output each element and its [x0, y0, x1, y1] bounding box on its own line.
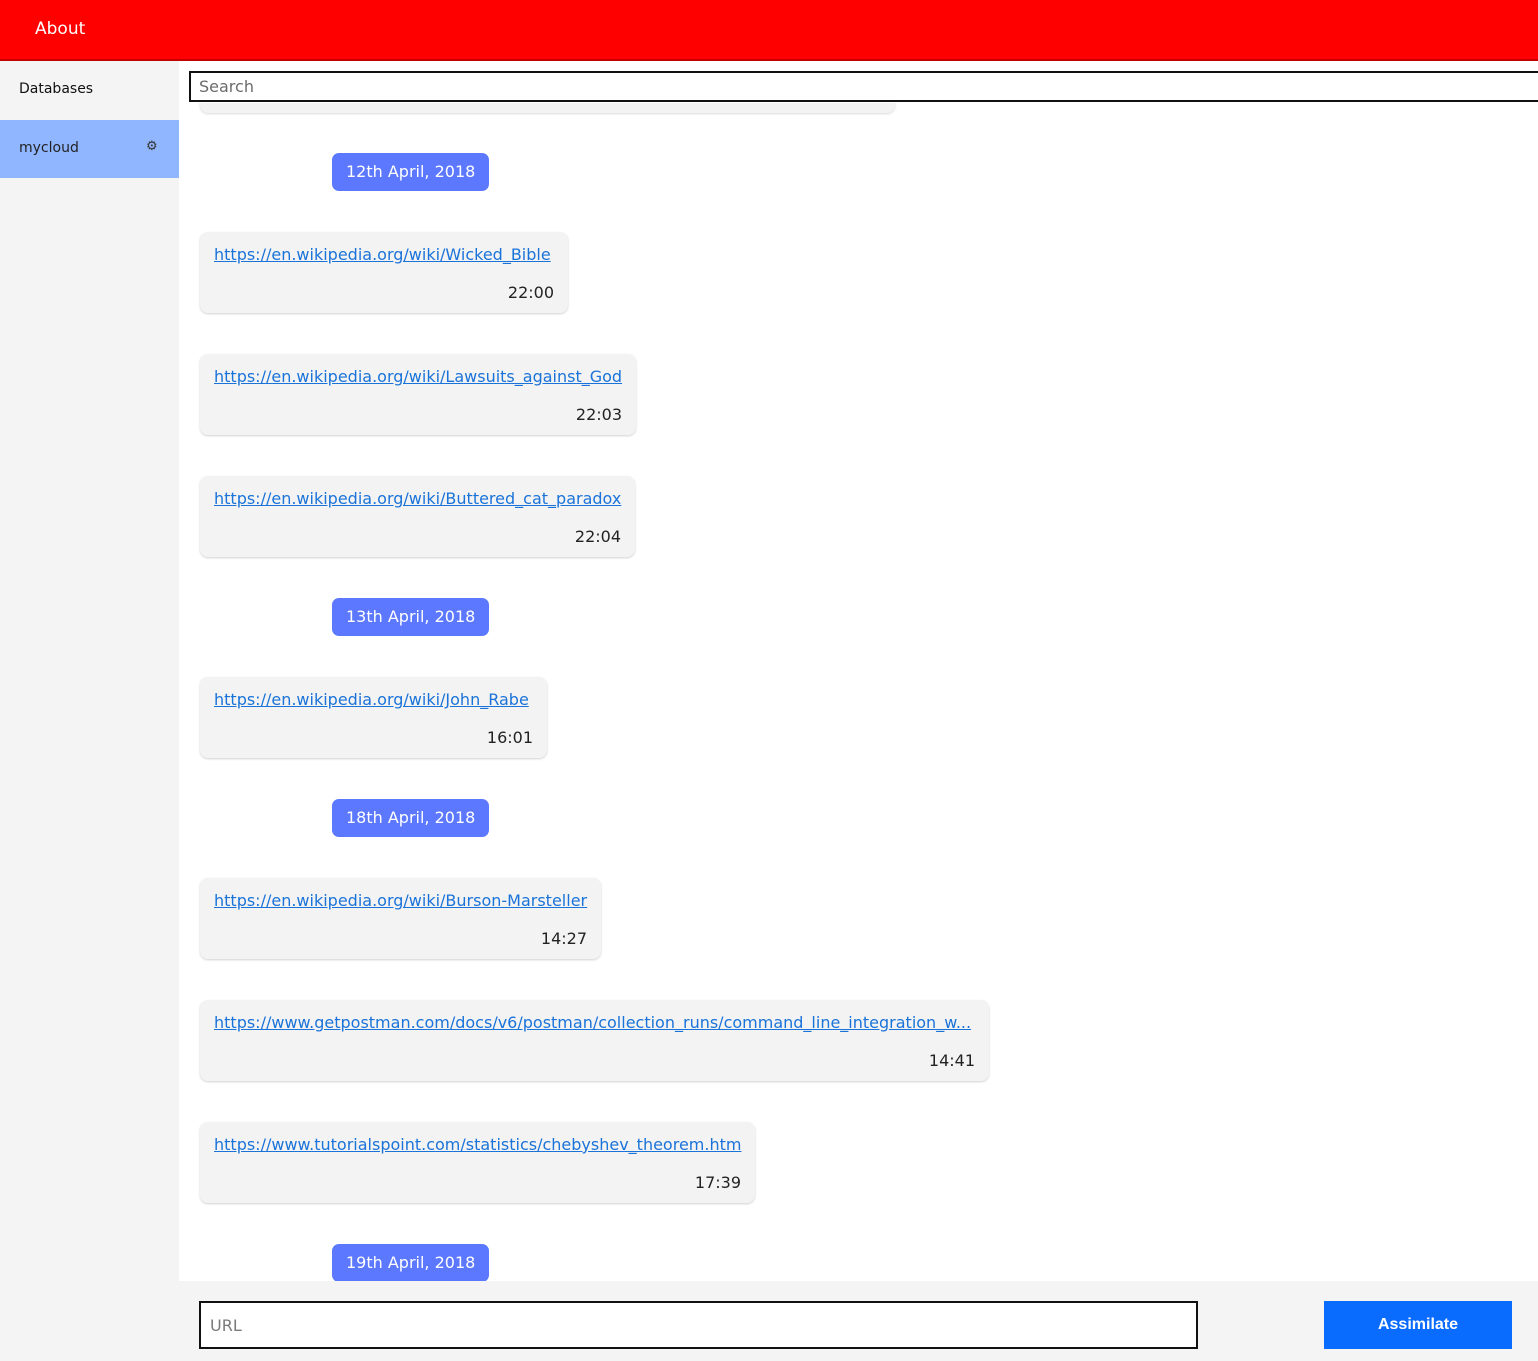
link-url[interactable]: https://en.wikipedia.org/wiki/Buttered_c… [214, 489, 621, 508]
list-item: https://en.wikipedia.org/wiki/Burson-Mar… [200, 878, 601, 959]
sidebar-header: Databases [19, 81, 94, 97]
sidebar-item-mycloud[interactable]: mycloud ⚙ [0, 120, 179, 178]
timestamp: 17:39 [694, 1173, 741, 1192]
list-item: https://en.wikipedia.org/wiki/Lawsuits_a… [200, 354, 636, 435]
timestamp: 22:04 [574, 527, 621, 546]
url-input[interactable] [199, 1301, 1198, 1349]
list-item [200, 103, 895, 113]
timestamp: 22:00 [507, 283, 554, 302]
timestamp: 16:01 [486, 728, 533, 747]
search-input[interactable] [189, 71, 1538, 102]
date-separator: 12th April, 2018 [332, 153, 490, 191]
list-item: https://en.wikipedia.org/wiki/Buttered_c… [200, 476, 635, 557]
link-feed[interactable]: 12th April, 2018 https://en.wikipedia.or… [179, 103, 1538, 1281]
link-url[interactable]: https://en.wikipedia.org/wiki/Burson-Mar… [214, 891, 587, 910]
list-item: https://en.wikipedia.org/wiki/John_Rabe … [200, 677, 547, 758]
date-separator: 19th April, 2018 [332, 1244, 490, 1281]
date-separator: 13th April, 2018 [332, 598, 490, 636]
link-url[interactable]: https://www.tutorialspoint.com/statistic… [214, 1135, 741, 1154]
top-bar: About [0, 0, 1538, 61]
database-name: mycloud [19, 140, 79, 156]
link-url[interactable]: https://en.wikipedia.org/wiki/John_Rabe [214, 690, 529, 709]
date-separator: 18th April, 2018 [332, 799, 490, 837]
timestamp: 14:41 [928, 1051, 975, 1070]
list-item: https://www.tutorialspoint.com/statistic… [200, 1122, 755, 1203]
timestamp: 22:03 [575, 405, 622, 424]
list-item: https://en.wikipedia.org/wiki/Wicked_Bib… [200, 232, 568, 313]
bottom-bar: Assimilate [179, 1281, 1538, 1361]
timestamp: 14:27 [540, 929, 587, 948]
about-link[interactable]: About [35, 19, 85, 39]
assimilate-button[interactable]: Assimilate [1324, 1301, 1512, 1349]
link-url[interactable]: https://en.wikipedia.org/wiki/Wicked_Bib… [214, 245, 551, 264]
sidebar: Databases mycloud ⚙ [0, 61, 179, 1361]
link-url[interactable]: https://www.getpostman.com/docs/v6/postm… [214, 1013, 971, 1032]
link-url[interactable]: https://en.wikipedia.org/wiki/Lawsuits_a… [214, 367, 622, 386]
list-item: https://www.getpostman.com/docs/v6/postm… [200, 1000, 989, 1081]
gear-icon[interactable]: ⚙ [146, 139, 158, 154]
